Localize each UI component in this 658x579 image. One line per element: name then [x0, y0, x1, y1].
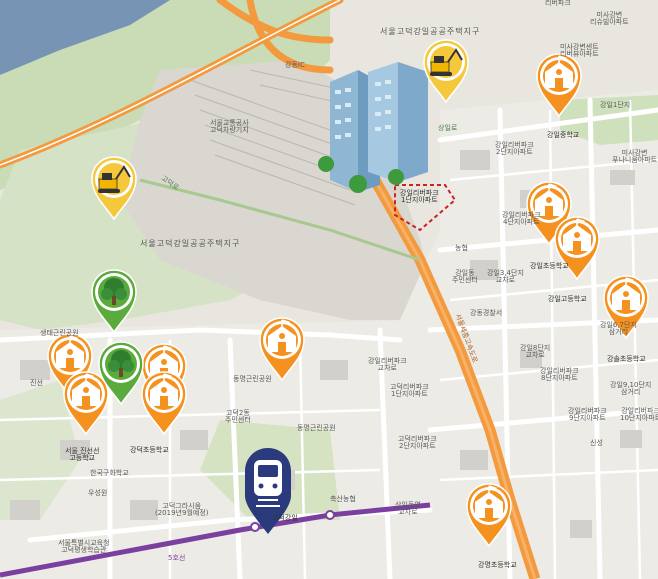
label-gangil-elem: 강일초등학교	[530, 262, 569, 270]
construction-pin-northeast-icon[interactable]	[422, 38, 470, 104]
label-gangil-riverpark9: 강일리버파크 9단지아파트	[568, 407, 607, 422]
label-useongwon: 우성원	[88, 489, 108, 497]
label-top-riverside: 리버파크	[545, 0, 571, 7]
label-station-name: 고덕강일	[272, 514, 298, 522]
label-gangil-riverpark4: 강일리버파크 4단지아파트	[502, 211, 541, 226]
label-gangil-high: 강일고등학교	[548, 295, 587, 303]
label-gangdong-ic: 강동IC	[285, 61, 305, 69]
label-gangil-6-7-junction: 강일6,7단지 삼거리	[600, 321, 637, 336]
apartment-towers-icon	[318, 62, 428, 193]
label-sinchon: 신성	[590, 439, 603, 447]
label-saeng-jun: 생태근린공원	[40, 329, 79, 337]
label-gangsol-elem: 강솔초등학교	[607, 355, 646, 363]
school-pin-ne-1-icon[interactable]	[535, 52, 583, 118]
label-jinseon-high: 서울 진선선 고등학교	[65, 447, 100, 462]
school-pin-south-icon[interactable]	[465, 482, 513, 548]
park-pin-1-icon[interactable]	[90, 268, 138, 334]
label-godeok-riverpark1: 고덕리버파크 1단지아파트	[390, 383, 429, 398]
label-jinseon: 진선	[30, 379, 43, 387]
school-pin-ne-3-icon[interactable]	[553, 215, 601, 281]
label-miasa-riverview: 미사강변 리슈빌아파트	[590, 11, 629, 26]
label-dongmyeong-park: 동명근린공원	[233, 375, 272, 383]
label-special-edu: 서울특별시교육청 고덕평생학습관	[58, 539, 110, 554]
label-godeok-2-community: 고덕2동 주민센터	[225, 409, 251, 424]
school-pin-center-icon[interactable]	[258, 316, 306, 382]
label-godeok-gugu-elem: 강덕초등학교	[130, 446, 169, 454]
label-dongmyeong-park2: 동명근린공원	[297, 424, 336, 432]
label-gangil-apt: 강일1단지	[600, 101, 631, 109]
label-sangil-junction: 상일동역 교차로	[395, 501, 421, 516]
label-gangil-8-junction: 강일8단지 교차로	[520, 344, 551, 359]
label-gangil-3-4-junction: 강일3,4단지 교차로	[487, 269, 524, 284]
label-godeok-riverpark2: 고덕리버파크 2단지아파트	[398, 435, 437, 450]
label-subway-line: 5호선	[168, 554, 186, 562]
label-gangil-riverpark-junction: 강일리버파크 교차로	[368, 357, 407, 372]
label-transport-depot: 서울교통공사 고덕차량기지	[210, 119, 249, 134]
label-nonghyup: 농협	[455, 244, 468, 252]
label-sangil-road: 상일로	[438, 124, 458, 132]
map-canvas[interactable]: 리버파크 미사강변 리슈빌아파트 미사강변센트 리버뷰아파트 강일1단지 강일중…	[0, 0, 658, 579]
label-zone-top: 서울고덕강일공공주택지구	[380, 27, 481, 36]
label-miasa-centreville: 미사강변센트 리버뷰아파트	[560, 43, 599, 58]
label-gangil-riverpark1: 강일리버파크 1단지아파트	[400, 189, 439, 204]
label-gangil-junior: 강일중학교	[547, 131, 580, 139]
school-pin-west-4-icon[interactable]	[140, 370, 188, 436]
label-gangil-community: 강일동 주민센터	[452, 269, 478, 284]
label-nonghyup2: 축산농협	[330, 495, 356, 503]
label-godeok-station: 고덕그라시움 (2019년9월예정)	[155, 502, 209, 517]
label-gangdong-police: 강동경찰서	[470, 309, 503, 317]
label-zone-mid: 서울고덕강일공공주택지구	[140, 239, 241, 248]
construction-pin-west-icon[interactable]	[90, 155, 138, 221]
label-gangil-riverpark8: 강일리버파크 8단지아파트	[540, 367, 579, 382]
label-gangil-riverpark10: 강일리버파크 10단지아파트	[620, 407, 658, 422]
label-gangil-9-10-junction: 강일9,10단지 삼거리	[610, 381, 652, 396]
park-pin-2-icon[interactable]	[97, 340, 145, 406]
label-gangmyeong-elem: 강명초등학교	[478, 561, 517, 569]
label-gangil-riverpark2: 강일리버파크 2단지아파트	[495, 141, 534, 156]
label-hanguk-school: 한국구화학교	[90, 469, 129, 477]
label-miasa-pureunsaem: 미사강변 푸나니움아파트	[612, 149, 658, 164]
